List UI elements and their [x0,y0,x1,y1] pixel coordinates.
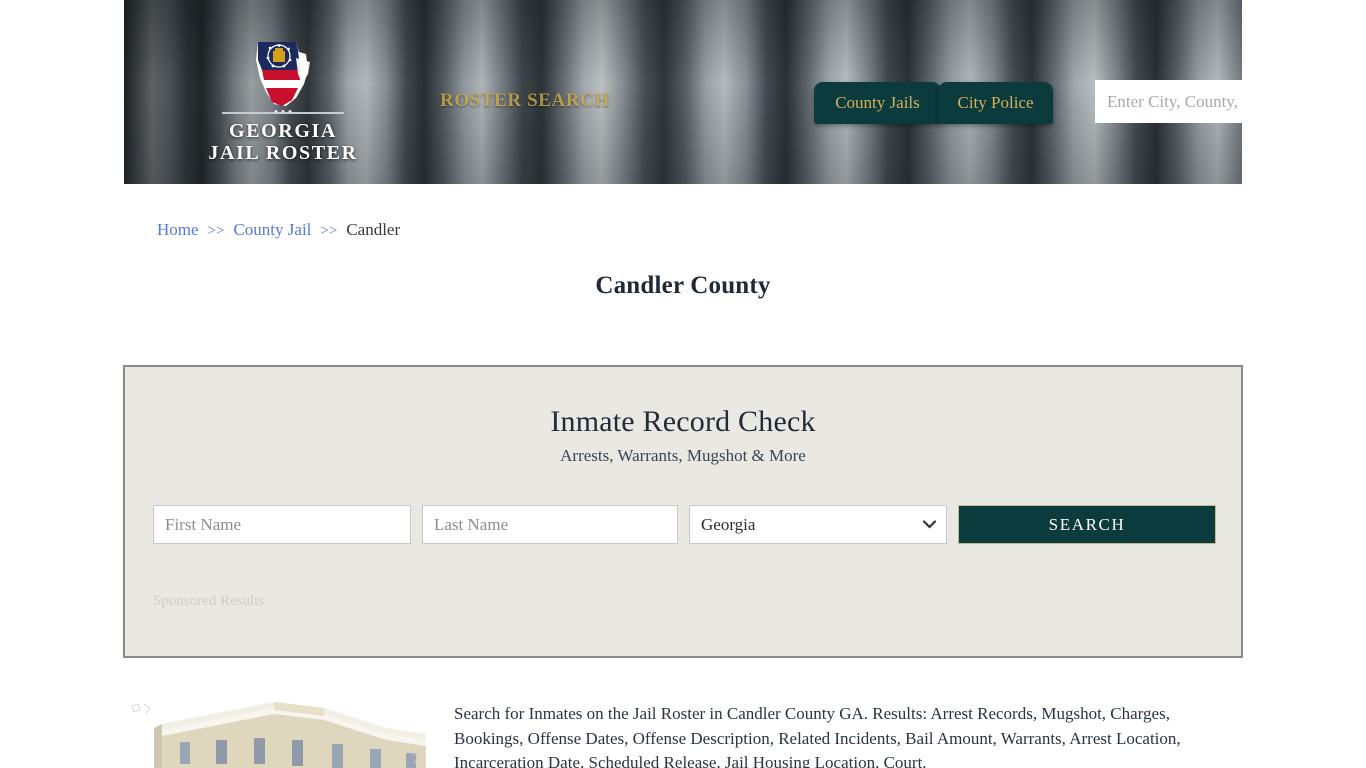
inmate-record-check-panel: Inmate Record Check Arrests, Warrants, M… [123,365,1243,658]
sponsored-results-label: Sponsored Results [153,593,265,609]
state-select[interactable]: Georgia [689,505,947,544]
breadcrumb-separator: >> [320,223,338,239]
header-tagline: ROSTER SEARCH [440,90,610,111]
header-search-input[interactable] [1095,80,1242,123]
logo-dots [274,110,292,113]
breadcrumb: Home >> County Jail >> Candler [157,220,400,240]
site-logo[interactable]: GEORGIA JAIL ROSTER [188,40,378,164]
logo-line-1: GEORGIA [229,120,337,142]
header-search [1095,80,1242,123]
georgia-state-flag-icon [252,40,314,108]
nav-button-county-jails[interactable]: County Jails [814,82,941,124]
content-section: Search for Inmates on the Jail Roster in… [124,694,1242,768]
logo-line-2: JAIL ROSTER [208,142,358,164]
page-root: GEORGIA JAIL ROSTER ROSTER SEARCH County… [0,0,1366,768]
breadcrumb-item-county-jail[interactable]: County Jail [233,220,311,240]
inmate-search-form: Georgia SEARCH [153,505,1217,544]
state-select-wrapper: Georgia [689,505,947,544]
breadcrumb-separator: >> [207,223,225,239]
logo-divider [222,110,344,114]
panel-subtitle: Arrests, Warrants, Mugshot & More [560,446,806,465]
nav-button-city-police[interactable]: City Police [938,82,1053,124]
last-name-input[interactable] [422,505,678,544]
nav-button-county-jails-label: County Jails [835,93,920,112]
nav-button-city-police-label: City Police [957,93,1034,112]
content-paragraph: Search for Inmates on the Jail Roster in… [454,704,1181,768]
panel-title: Inmate Record Check [550,405,816,438]
page-title: Candler County [595,272,771,299]
first-name-input[interactable] [153,505,411,544]
jail-building-image [124,694,426,768]
breadcrumb-item-home[interactable]: Home [157,220,199,240]
site-header-banner: GEORGIA JAIL ROSTER ROSTER SEARCH County… [124,0,1242,184]
logo-wordmark: GEORGIA JAIL ROSTER [188,120,378,164]
breadcrumb-item-current: Candler [346,220,401,239]
search-submit-button[interactable]: SEARCH [958,505,1216,544]
